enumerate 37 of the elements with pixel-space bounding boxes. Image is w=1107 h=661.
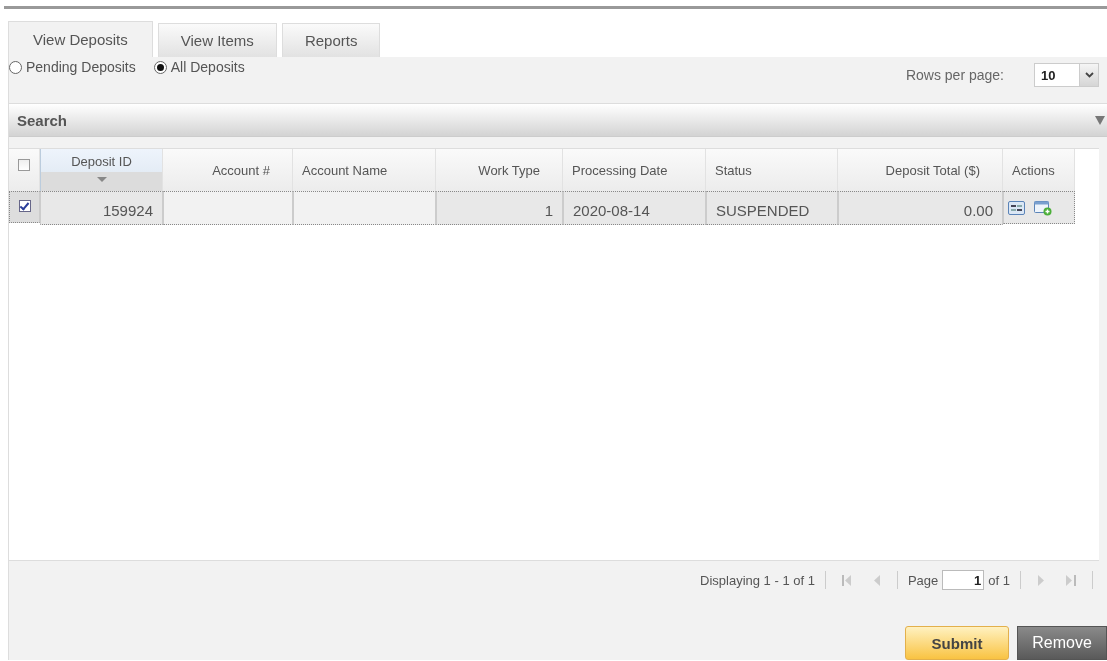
submit-button[interactable]: Submit xyxy=(905,626,1009,660)
radio-label: All Deposits xyxy=(170,59,245,75)
table-cell: 2020-08-14 xyxy=(563,191,706,225)
tab[interactable]: View Items xyxy=(157,23,277,57)
rows-per-page-label: Rows per page: xyxy=(905,67,1004,83)
remove-button[interactable]: Remove xyxy=(1017,626,1107,660)
table-cell: 159924 xyxy=(40,191,163,225)
page-label: Page xyxy=(907,572,939,588)
column-header[interactable]: Account Name xyxy=(293,149,436,191)
column-header[interactable]: Processing Date xyxy=(563,149,706,191)
radio-button[interactable] xyxy=(153,60,167,74)
radio-label: Pending Deposits xyxy=(26,59,136,75)
column-header[interactable]: Status xyxy=(706,149,838,191)
tab[interactable]: View Deposits xyxy=(8,21,153,57)
column-header[interactable]: Actions xyxy=(1003,149,1075,191)
search-panel-header[interactable]: Search xyxy=(9,103,1107,137)
sort-arrow-icon xyxy=(96,177,107,182)
table-cell: 1 xyxy=(436,191,563,225)
row-checkbox[interactable] xyxy=(18,200,31,212)
table-cell: 0.00 xyxy=(838,191,1003,225)
paging-summary: Displaying 1 - 1 of 1 xyxy=(700,572,815,588)
select-all-checkbox[interactable] xyxy=(18,159,30,171)
search-title: Search xyxy=(17,111,68,129)
column-header[interactable]: Account # xyxy=(163,149,293,191)
details-card-icon[interactable] xyxy=(1008,201,1025,215)
table-cell: SUSPENDED xyxy=(706,191,838,225)
page-number-field[interactable]: 1 xyxy=(942,570,985,590)
row-select-cell[interactable] xyxy=(9,191,40,223)
column-header[interactable]: Work Type xyxy=(436,149,563,191)
column-header[interactable]: Deposit ID xyxy=(40,149,163,191)
window-add-icon[interactable] xyxy=(1034,201,1052,216)
column-header[interactable]: Deposit Total ($) xyxy=(838,149,1003,191)
radio-button[interactable] xyxy=(9,60,22,74)
collapse-caret-icon xyxy=(1095,115,1105,125)
rows-per-page-select[interactable]: 10 xyxy=(1034,63,1099,87)
page-count: of 1 xyxy=(988,572,1010,588)
tab[interactable]: Reports xyxy=(281,23,381,57)
